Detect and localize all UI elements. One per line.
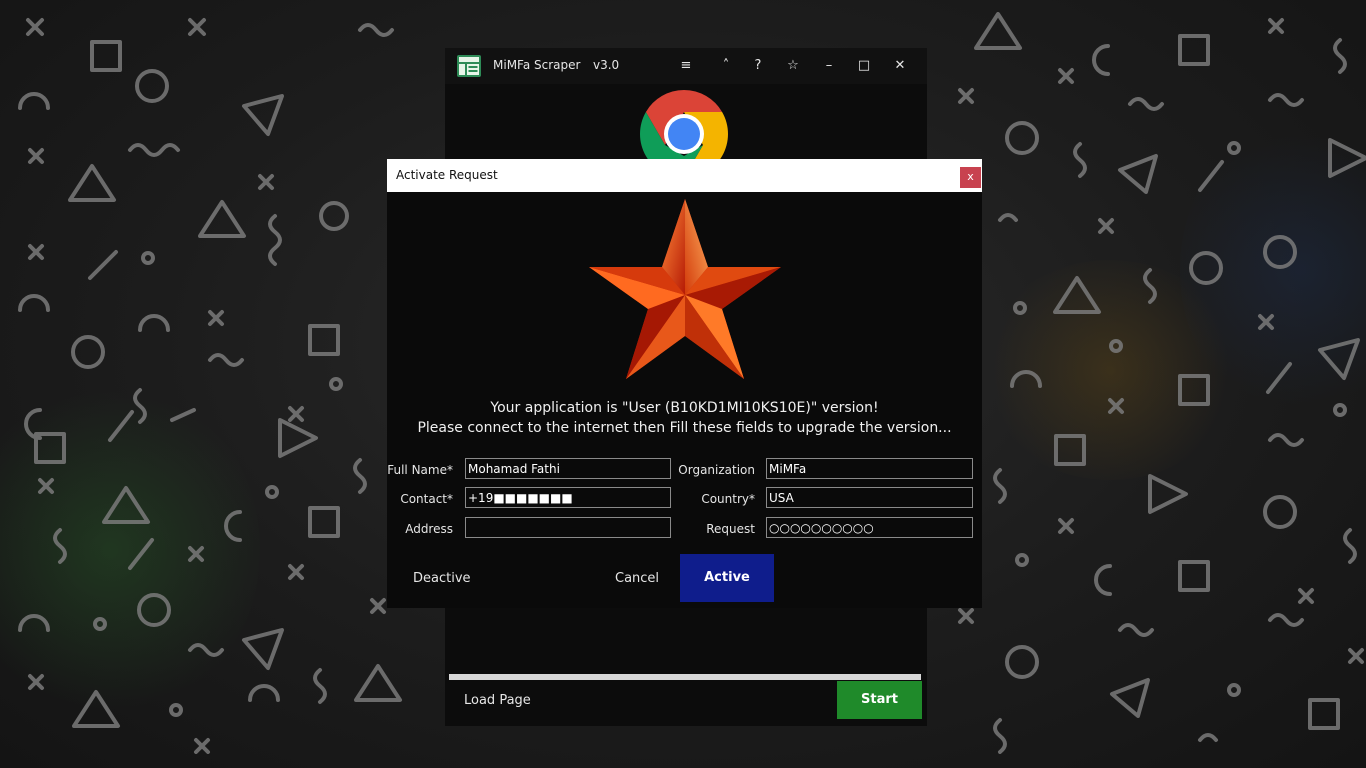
- dialog-close-button[interactable]: x: [960, 167, 981, 188]
- app-logo-icon: [457, 55, 481, 77]
- page-progress-bar: [449, 674, 921, 680]
- contact-field[interactable]: +19■■■■■■■: [465, 487, 671, 508]
- app-version: v3.0: [593, 58, 620, 72]
- dialog-message-line1: Your application is "User (B10KD1MI10KS1…: [490, 400, 879, 416]
- cancel-button[interactable]: Cancel: [615, 571, 659, 586]
- help-icon[interactable]: ?: [747, 56, 769, 76]
- country-field[interactable]: USA: [766, 487, 973, 508]
- request-label: Request: [706, 522, 755, 536]
- full-name-field[interactable]: Mohamad Fathi: [465, 458, 671, 479]
- app-title: MiMFa Scraper: [493, 58, 581, 72]
- organization-label: Organization: [678, 463, 755, 477]
- organization-field[interactable]: MiMFa: [766, 458, 973, 479]
- star-icon[interactable]: ☆: [782, 56, 804, 76]
- close-icon[interactable]: ✕: [889, 56, 911, 76]
- active-button[interactable]: Active: [680, 554, 774, 602]
- contact-label: Contact*: [400, 492, 453, 506]
- dialog-message-line2: Please connect to the internet then Fill…: [417, 420, 952, 436]
- deactive-button[interactable]: Deactive: [413, 571, 471, 586]
- start-button[interactable]: Start: [837, 681, 922, 719]
- dialog-title: Activate Request: [396, 168, 498, 182]
- red-star-icon: [589, 199, 781, 379]
- minimize-icon[interactable]: –: [818, 56, 840, 76]
- chevron-up-icon[interactable]: ˄: [715, 56, 737, 76]
- menu-icon[interactable]: ≡: [675, 56, 697, 76]
- dialog-titlebar: Activate Request x: [387, 159, 982, 192]
- country-label: Country*: [701, 492, 755, 506]
- address-field[interactable]: [465, 517, 671, 538]
- maximize-icon[interactable]: □: [853, 56, 875, 76]
- address-label: Address: [405, 522, 453, 536]
- request-field[interactable]: ○○○○○○○○○○: [766, 517, 973, 538]
- full-name-label: Full Name*: [387, 463, 453, 477]
- load-page-label: Load Page: [464, 693, 531, 708]
- app-titlebar: MiMFa Scraper v3.0 ≡ ˄ ? ☆ – □ ✕: [445, 48, 927, 84]
- activate-request-dialog: Activate Request x Your application is "…: [387, 159, 982, 608]
